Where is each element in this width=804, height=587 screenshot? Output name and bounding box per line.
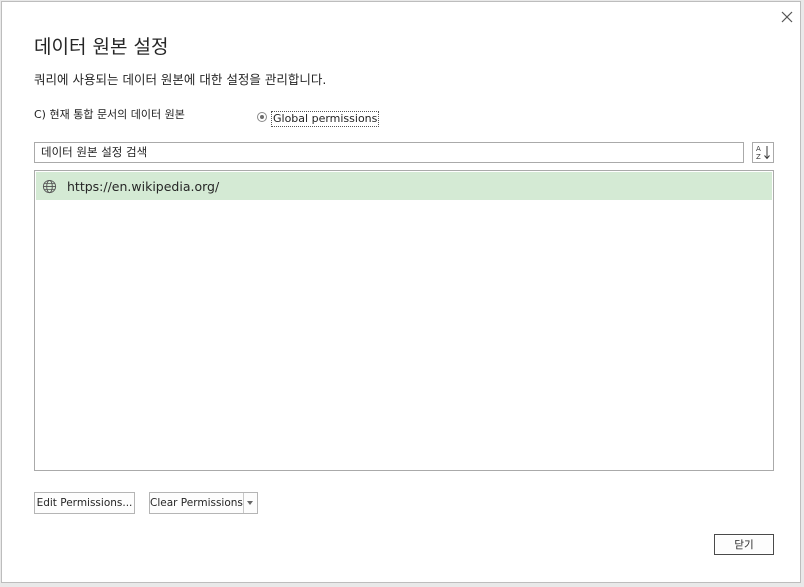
data-source-settings-dialog: 데이터 원본 설정 쿼리에 사용되는 데이터 원본에 대한 설정을 관리합니다.…	[1, 1, 801, 583]
sort-az-icon: A Z	[756, 145, 770, 161]
dialog-subtitle: 쿼리에 사용되는 데이터 원본에 대한 설정을 관리합니다.	[34, 72, 327, 87]
clear-permissions-button[interactable]: Clear Permissions	[149, 492, 258, 514]
globe-icon	[42, 179, 57, 193]
close-icon[interactable]	[778, 8, 796, 26]
dialog-title: 데이터 원본 설정	[34, 36, 169, 58]
radio-global-permissions[interactable]: Global permissions	[257, 106, 380, 127]
radio-global-permissions-label: Global permissions	[271, 111, 380, 127]
svg-text:A: A	[756, 145, 761, 153]
search-input[interactable]: 데이터 원본 설정 검색	[34, 142, 744, 163]
close-button[interactable]: 닫기	[714, 534, 774, 555]
chevron-down-icon[interactable]	[244, 493, 257, 513]
svg-text:Z: Z	[756, 153, 761, 161]
radio-current-workbook[interactable]: C) 현재 통합 문서의 데이터 원본	[34, 106, 185, 122]
sort-button[interactable]: A Z	[752, 142, 774, 163]
data-source-url: https://en.wikipedia.org/	[67, 178, 220, 194]
clear-permissions-label[interactable]: Clear Permissions	[150, 493, 244, 513]
radio-button-icon[interactable]	[257, 111, 267, 122]
edit-permissions-button[interactable]: Edit Permissions...	[34, 492, 135, 514]
data-source-list[interactable]: https://en.wikipedia.org/	[34, 170, 774, 471]
radio-current-workbook-label: C) 현재 통합 문서의 데이터 원본	[34, 108, 185, 121]
list-item[interactable]: https://en.wikipedia.org/	[36, 172, 772, 200]
